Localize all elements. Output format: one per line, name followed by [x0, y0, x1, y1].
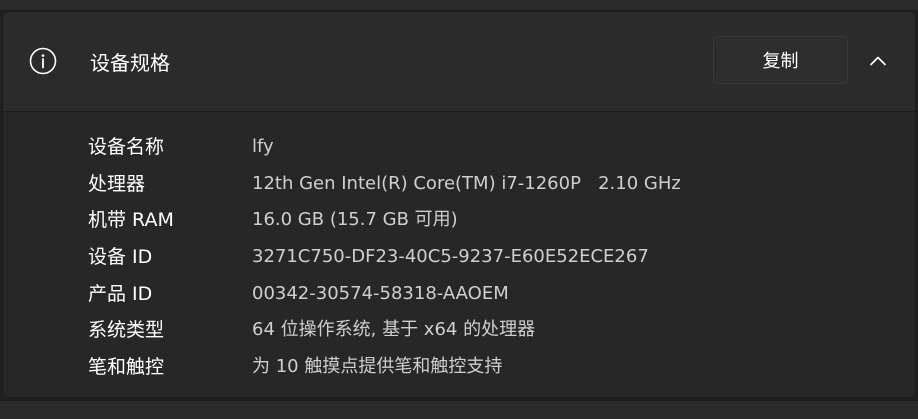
- info-icon: [29, 47, 57, 75]
- spec-label: 笔和触控: [88, 356, 165, 378]
- next-card-edge: [0, 400, 918, 419]
- spec-value: 64 位操作系统, 基于 x64 的处理器: [252, 319, 536, 340]
- spec-row-device-id: 设备 ID 3271C750-DF23-40C5-9237-E60E52ECE2…: [3, 239, 915, 275]
- spec-row-device-name: 设备名称 lfy: [3, 129, 915, 165]
- device-specs-list: 设备名称 lfy 处理器 12th Gen Intel(R) Core(TM) …: [3, 112, 915, 397]
- spec-value: 12th Gen Intel(R) Core(TM) i7-1260P 2.10…: [252, 173, 681, 194]
- spec-label: 机带 RAM: [88, 209, 174, 231]
- spec-label: 处理器: [88, 173, 146, 195]
- spec-row-pen-touch: 笔和触控 为 10 触摸点提供笔和触控支持: [3, 349, 915, 385]
- spec-label: 产品 ID: [88, 283, 153, 305]
- device-specs-header[interactable]: 设备规格 复制: [3, 12, 915, 112]
- spec-label: 设备 ID: [88, 246, 153, 268]
- collapse-toggle[interactable]: [863, 48, 893, 74]
- spec-value: 00342-30574-58318-AAOEM: [252, 283, 509, 304]
- section-title: 设备规格: [90, 51, 170, 75]
- spec-value: 3271C750-DF23-40C5-9237-E60E52ECE267: [252, 246, 649, 267]
- spec-value: lfy: [252, 136, 274, 157]
- spec-label: 系统类型: [88, 319, 165, 341]
- device-specs-card: 设备规格 复制 设备名称 lfy 处理器 12th Gen Intel(R) C…: [2, 11, 916, 398]
- previous-card-edge: [0, 0, 918, 11]
- spec-row-system-type: 系统类型 64 位操作系统, 基于 x64 的处理器: [3, 312, 915, 348]
- spec-value: 16.0 GB (15.7 GB 可用): [252, 209, 458, 230]
- copy-button[interactable]: 复制: [713, 36, 848, 84]
- spec-row-processor: 处理器 12th Gen Intel(R) Core(TM) i7-1260P …: [3, 166, 915, 202]
- spec-label: 设备名称: [88, 136, 165, 158]
- spec-row-ram: 机带 RAM 16.0 GB (15.7 GB 可用): [3, 202, 915, 238]
- chevron-up-icon: [870, 56, 886, 66]
- spec-row-product-id: 产品 ID 00342-30574-58318-AAOEM: [3, 276, 915, 312]
- spec-value: 为 10 触摸点提供笔和触控支持: [252, 356, 503, 377]
